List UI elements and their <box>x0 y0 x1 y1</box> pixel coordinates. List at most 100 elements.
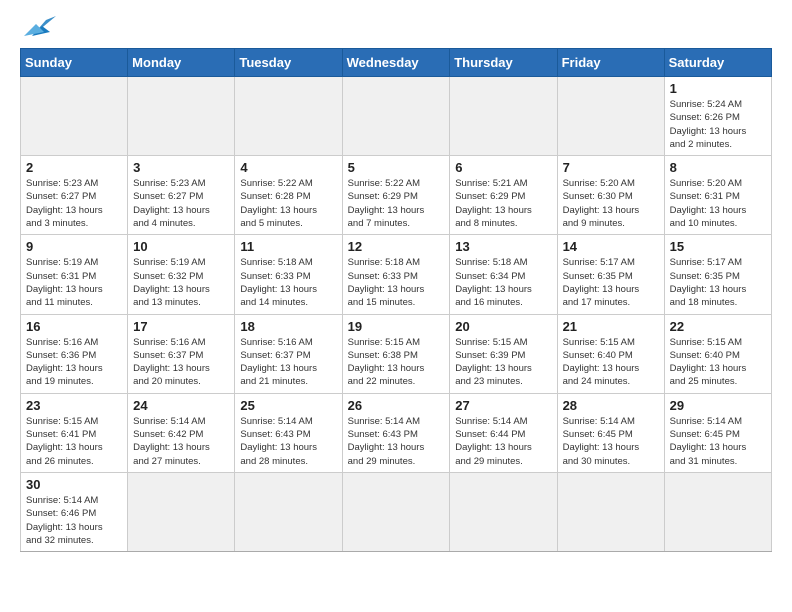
day-number: 12 <box>348 239 445 254</box>
day-number: 5 <box>348 160 445 175</box>
logo <box>20 16 56 40</box>
calendar-cell: 17 Sunrise: 5:16 AM Sunset: 6:37 PM Dayli… <box>128 314 235 393</box>
logo-icon <box>24 16 56 40</box>
day-info: Sunrise: 5:18 AM Sunset: 6:33 PM Dayligh… <box>348 256 445 309</box>
day-number: 14 <box>563 239 659 254</box>
day-info: Sunrise: 5:21 AM Sunset: 6:29 PM Dayligh… <box>455 177 551 230</box>
calendar-cell: 1 Sunrise: 5:24 AM Sunset: 6:26 PM Daylig… <box>664 77 771 156</box>
day-info: Sunrise: 5:18 AM Sunset: 6:33 PM Dayligh… <box>240 256 336 309</box>
calendar-header-sunday: Sunday <box>21 49 128 77</box>
day-info: Sunrise: 5:16 AM Sunset: 6:36 PM Dayligh… <box>26 336 122 389</box>
calendar-header-row: SundayMondayTuesdayWednesdayThursdayFrid… <box>21 49 772 77</box>
calendar-week-5: 23Sunrise: 5:15 AM Sunset: 6:41 PM Dayli… <box>21 393 772 472</box>
day-number: 26 <box>348 398 445 413</box>
day-number: 10 <box>133 239 229 254</box>
calendar-cell <box>557 472 664 551</box>
calendar-cell: 26 Sunrise: 5:14 AM Sunset: 6:43 PM Dayli… <box>342 393 450 472</box>
calendar-cell: 28 Sunrise: 5:14 AM Sunset: 6:45 PM Dayli… <box>557 393 664 472</box>
calendar-cell: 11 Sunrise: 5:18 AM Sunset: 6:33 PM Dayli… <box>235 235 342 314</box>
calendar-header-monday: Monday <box>128 49 235 77</box>
calendar-cell <box>557 77 664 156</box>
day-info: Sunrise: 5:14 AM Sunset: 6:45 PM Dayligh… <box>670 415 766 468</box>
day-number: 11 <box>240 239 336 254</box>
day-number: 4 <box>240 160 336 175</box>
day-number: 13 <box>455 239 551 254</box>
day-info: Sunrise: 5:14 AM Sunset: 6:43 PM Dayligh… <box>240 415 336 468</box>
calendar-cell: 20Sunrise: 5:15 AM Sunset: 6:39 PM Dayli… <box>450 314 557 393</box>
day-info: Sunrise: 5:14 AM Sunset: 6:45 PM Dayligh… <box>563 415 659 468</box>
calendar-cell: 30 Sunrise: 5:14 AM Sunset: 6:46 PM Dayli… <box>21 472 128 551</box>
calendar-cell <box>450 77 557 156</box>
day-number: 25 <box>240 398 336 413</box>
calendar-cell: 2 Sunrise: 5:23 AM Sunset: 6:27 PM Daylig… <box>21 156 128 235</box>
day-info: Sunrise: 5:15 AM Sunset: 6:40 PM Dayligh… <box>563 336 659 389</box>
day-number: 29 <box>670 398 766 413</box>
day-info: Sunrise: 5:23 AM Sunset: 6:27 PM Dayligh… <box>26 177 122 230</box>
calendar-table: SundayMondayTuesdayWednesdayThursdayFrid… <box>20 48 772 552</box>
calendar-cell: 27 Sunrise: 5:14 AM Sunset: 6:44 PM Dayli… <box>450 393 557 472</box>
day-number: 7 <box>563 160 659 175</box>
calendar-cell <box>235 472 342 551</box>
calendar-cell: 3 Sunrise: 5:23 AM Sunset: 6:27 PM Daylig… <box>128 156 235 235</box>
day-number: 28 <box>563 398 659 413</box>
calendar-header-thursday: Thursday <box>450 49 557 77</box>
calendar-cell: 15 Sunrise: 5:17 AM Sunset: 6:35 PM Dayli… <box>664 235 771 314</box>
calendar-cell: 29 Sunrise: 5:14 AM Sunset: 6:45 PM Dayli… <box>664 393 771 472</box>
calendar-cell: 22 Sunrise: 5:15 AM Sunset: 6:40 PM Dayli… <box>664 314 771 393</box>
calendar-cell <box>21 77 128 156</box>
calendar-week-3: 9Sunrise: 5:19 AM Sunset: 6:31 PM Daylig… <box>21 235 772 314</box>
calendar-cell <box>342 472 450 551</box>
calendar-cell: 19 Sunrise: 5:15 AM Sunset: 6:38 PM Dayli… <box>342 314 450 393</box>
day-info: Sunrise: 5:14 AM Sunset: 6:43 PM Dayligh… <box>348 415 445 468</box>
calendar-cell <box>128 77 235 156</box>
day-number: 15 <box>670 239 766 254</box>
calendar-cell: 13 Sunrise: 5:18 AM Sunset: 6:34 PM Dayli… <box>450 235 557 314</box>
day-info: Sunrise: 5:23 AM Sunset: 6:27 PM Dayligh… <box>133 177 229 230</box>
day-info: Sunrise: 5:14 AM Sunset: 6:44 PM Dayligh… <box>455 415 551 468</box>
calendar-cell: 25 Sunrise: 5:14 AM Sunset: 6:43 PM Dayli… <box>235 393 342 472</box>
calendar-cell: 16 Sunrise: 5:16 AM Sunset: 6:36 PM Dayli… <box>21 314 128 393</box>
day-info: Sunrise: 5:15 AM Sunset: 6:40 PM Dayligh… <box>670 336 766 389</box>
day-info: Sunrise: 5:22 AM Sunset: 6:29 PM Dayligh… <box>348 177 445 230</box>
day-number: 1 <box>670 81 766 96</box>
calendar-week-2: 2 Sunrise: 5:23 AM Sunset: 6:27 PM Daylig… <box>21 156 772 235</box>
day-number: 20 <box>455 319 551 334</box>
calendar-cell: 10Sunrise: 5:19 AM Sunset: 6:32 PM Dayli… <box>128 235 235 314</box>
calendar-cell: 9Sunrise: 5:19 AM Sunset: 6:31 PM Daylig… <box>21 235 128 314</box>
calendar-week-6: 30 Sunrise: 5:14 AM Sunset: 6:46 PM Dayli… <box>21 472 772 551</box>
day-number: 16 <box>26 319 122 334</box>
day-number: 17 <box>133 319 229 334</box>
day-info: Sunrise: 5:17 AM Sunset: 6:35 PM Dayligh… <box>670 256 766 309</box>
day-info: Sunrise: 5:16 AM Sunset: 6:37 PM Dayligh… <box>133 336 229 389</box>
day-number: 6 <box>455 160 551 175</box>
calendar-cell: 5 Sunrise: 5:22 AM Sunset: 6:29 PM Daylig… <box>342 156 450 235</box>
day-number: 18 <box>240 319 336 334</box>
day-number: 3 <box>133 160 229 175</box>
day-info: Sunrise: 5:18 AM Sunset: 6:34 PM Dayligh… <box>455 256 551 309</box>
calendar-header-tuesday: Tuesday <box>235 49 342 77</box>
day-number: 27 <box>455 398 551 413</box>
calendar-cell: 4 Sunrise: 5:22 AM Sunset: 6:28 PM Daylig… <box>235 156 342 235</box>
day-info: Sunrise: 5:24 AM Sunset: 6:26 PM Dayligh… <box>670 98 766 151</box>
day-info: Sunrise: 5:16 AM Sunset: 6:37 PM Dayligh… <box>240 336 336 389</box>
day-number: 22 <box>670 319 766 334</box>
page-header <box>20 16 772 40</box>
calendar-cell: 21Sunrise: 5:15 AM Sunset: 6:40 PM Dayli… <box>557 314 664 393</box>
day-number: 8 <box>670 160 766 175</box>
day-info: Sunrise: 5:15 AM Sunset: 6:41 PM Dayligh… <box>26 415 122 468</box>
day-info: Sunrise: 5:15 AM Sunset: 6:38 PM Dayligh… <box>348 336 445 389</box>
calendar-cell <box>342 77 450 156</box>
day-info: Sunrise: 5:20 AM Sunset: 6:30 PM Dayligh… <box>563 177 659 230</box>
calendar-cell: 12 Sunrise: 5:18 AM Sunset: 6:33 PM Dayli… <box>342 235 450 314</box>
calendar-header-wednesday: Wednesday <box>342 49 450 77</box>
day-number: 2 <box>26 160 122 175</box>
day-info: Sunrise: 5:22 AM Sunset: 6:28 PM Dayligh… <box>240 177 336 230</box>
day-number: 19 <box>348 319 445 334</box>
day-number: 9 <box>26 239 122 254</box>
calendar-header-saturday: Saturday <box>664 49 771 77</box>
calendar-cell: 24Sunrise: 5:14 AM Sunset: 6:42 PM Dayli… <box>128 393 235 472</box>
day-number: 30 <box>26 477 122 492</box>
day-info: Sunrise: 5:14 AM Sunset: 6:46 PM Dayligh… <box>26 494 122 547</box>
calendar-cell <box>128 472 235 551</box>
calendar-cell <box>450 472 557 551</box>
